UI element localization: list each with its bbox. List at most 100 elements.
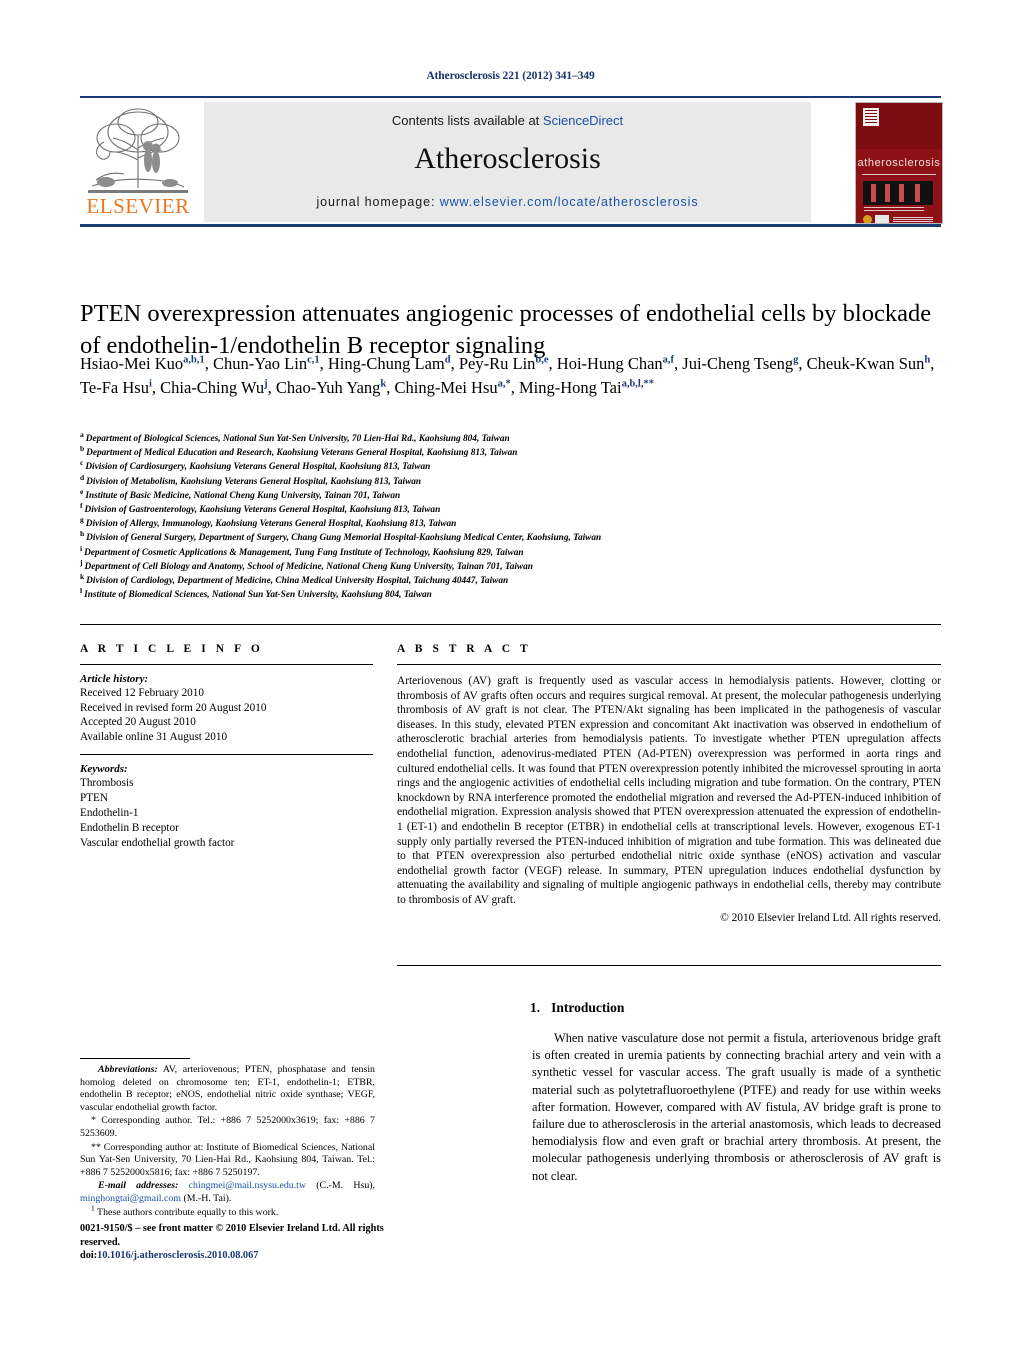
article-info-rule-1: [80, 664, 373, 665]
author-name: Ming-Hong Tai: [519, 377, 622, 397]
author-name: Ching-Mei Hsu: [394, 377, 498, 397]
affiliation-item: e Institute of Basic Medicine, National C…: [80, 486, 960, 503]
author-name: Cheuk-Kwan Sun: [806, 354, 925, 373]
journal-homepage-line: journal homepage: www.elsevier.com/locat…: [204, 195, 811, 209]
author-name: Chia-Ching Wu: [160, 377, 265, 397]
affiliation-item: i Department of Cosmetic Applications & M…: [80, 544, 960, 560]
affiliation-item: g Division of Allergy, Immunology, Kaohsi…: [80, 516, 960, 531]
author-affiliation-marker: c,1: [307, 354, 320, 366]
keyword-item: Vascular endothelial growth factor: [80, 836, 235, 849]
email-owner-1: (C.-M. Hsu),: [316, 1180, 376, 1192]
email-link-1[interactable]: chingmei@mail.nsysu.edu.tw: [189, 1180, 306, 1191]
elsevier-logo: ELSEVIER: [84, 102, 192, 222]
author-affiliation-marker: a,*: [497, 378, 511, 389]
keyword-item: PTEN: [80, 792, 108, 805]
affiliation-marker: e: [80, 486, 84, 496]
masthead-center-panel: Contents lists available at ScienceDirec…: [204, 102, 811, 222]
affiliation-marker: d: [80, 472, 85, 482]
article-history-item: Available online 31 August 2010: [80, 730, 228, 743]
email-footnote: E-mail addresses: chingmei@mail.nsysu.ed…: [80, 1180, 375, 1205]
article-info-rule-2: [80, 754, 373, 756]
author-affiliation-marker: k: [380, 378, 387, 389]
affiliation-item: j Department of Cell Biology and Anatomy,…: [80, 557, 960, 574]
cover-elsevier-mark-icon: [863, 108, 879, 126]
email-link-2[interactable]: minghongtai@gmail.com: [80, 1193, 181, 1204]
author-affiliation-marker: i: [148, 378, 152, 389]
footnote-marker-1: 1: [91, 1203, 95, 1213]
abstract-bottom-rule: [397, 965, 941, 966]
affiliation-text: Department of Cell Biology and Anatomy, …: [84, 561, 533, 572]
introduction-paragraph: When native vasculature dose not permit …: [532, 1031, 941, 1183]
doi-prefix: doi:: [80, 1250, 98, 1262]
affiliation-text: Division of Cardiology, Department of Me…: [86, 576, 509, 587]
affiliation-marker: h: [80, 529, 85, 539]
abbreviations-label: Abbreviations:: [98, 1064, 158, 1075]
journal-title: Atherosclerosis: [414, 142, 601, 175]
running-head: Atherosclerosis 221 (2012) 341–349: [426, 70, 595, 82]
abbreviations-footnote: Abbreviations: AV, arteriovenous; PTEN, …: [80, 1064, 375, 1114]
author-name: Chao-Yuh Yang: [275, 377, 381, 397]
contents-available-line: Contents lists available at ScienceDirec…: [204, 113, 811, 128]
affiliation-item: b Department of Medical Education and Res…: [80, 444, 960, 460]
affiliation-text: Division of Allergy, Immunology, Kaohsiu…: [85, 519, 457, 530]
affiliation-text: Institute of Basic Medicine, National Ch…: [85, 490, 401, 501]
email-owner-2: (M.-H. Tai).: [183, 1192, 232, 1204]
author-affiliation-marker: h: [924, 354, 931, 366]
elsevier-wordmark: ELSEVIER: [86, 194, 190, 218]
author-name: Hing-Chung Lam: [327, 354, 445, 373]
cover-badge-text-lines: [893, 217, 933, 222]
affiliation-item: a Department of Biological Sciences, Nati…: [80, 431, 960, 446]
footnotes-block: Abbreviations: AV, arteriovenous; PTEN, …: [80, 1064, 375, 1220]
affiliation-marker: f: [80, 500, 83, 510]
affiliation-list: a Department of Biological Sciences, Nati…: [80, 431, 960, 602]
affiliation-text: Institute of Biomedical Sciences, Nation…: [84, 590, 432, 601]
abstract-body: Arteriovenous (AV) graft is frequently u…: [397, 675, 941, 906]
author-name: Te-Fa Hsu: [80, 377, 149, 397]
affiliation-item: l Institute of Biomedical Sciences, Natio…: [80, 586, 960, 602]
keywords-label: Keywords:: [80, 763, 128, 776]
affiliation-item: d Division of Metabolism, Kaohsiung Veter…: [80, 472, 960, 489]
affiliation-marker: k: [80, 571, 85, 581]
affiliation-marker: b: [80, 444, 85, 454]
affiliation-item: h Division of General Surgery, Department…: [80, 529, 960, 545]
affiliation-marker: l: [80, 586, 83, 596]
author-affiliation-marker: b,e: [535, 354, 549, 366]
cover-badges: [863, 215, 935, 223]
affiliation-marker: j: [80, 557, 83, 567]
keyword-lines: Thrombosis PTEN Endothelin-1 Endothelin B r…: [80, 776, 373, 850]
affiliation-marker: c: [80, 458, 84, 468]
affiliation-text: Department of Cosmetic Applications & Ma…: [84, 547, 524, 558]
corresponding-author-footnote-1: * Corresponding author. Tel.: +886 7 525…: [80, 1115, 375, 1139]
email-addresses-label: E-mail addresses:: [98, 1180, 179, 1192]
cover-badge-circle-icon: [863, 215, 872, 223]
affiliation-item: c Division of Cardiosurgery, Kaohsiung Ve…: [80, 458, 960, 474]
introduction-number: 1.: [530, 1000, 541, 1015]
cover-journal-title: atherosclerosis: [857, 157, 941, 169]
article-history-item: Received in revised form 20 August 2010: [80, 701, 267, 714]
footnote-separator-rule: [80, 1058, 190, 1059]
doi-link[interactable]: 10.1016/j.atherosclerosis.2010.08.067: [97, 1250, 258, 1261]
author-name: Hsiao-Mei Kuo: [80, 354, 184, 373]
author-name: Hoi-Hung Chan: [556, 354, 663, 373]
article-history-item: Accepted 20 August 2010: [80, 716, 196, 729]
author-affiliation-marker: d: [444, 354, 451, 366]
affiliation-text: Division of Cardiosurgery, Kaohsiung Vet…: [85, 462, 431, 473]
author-name: Chun-Yao Lin: [212, 354, 308, 373]
article-history-label: Article history:: [80, 673, 149, 685]
affiliation-text: Division of Metabolism, Kaohsiung Vetera…: [86, 476, 422, 487]
issn-copyright-footer: 0021-9150/$ – see front matter © 2010 El…: [80, 1222, 410, 1263]
author-affiliation-marker: a,b,l,**: [621, 378, 654, 389]
sciencedirect-link[interactable]: ScienceDirect: [543, 113, 623, 128]
article-history-item: Received 12 February 2010: [80, 687, 204, 699]
article-info-block: A R T I C L E I N F O Article history: R…: [80, 643, 373, 850]
info-section-top-rule: [80, 624, 941, 625]
keyword-item: Endothelin-1: [80, 806, 139, 819]
abstract-rule: [397, 664, 941, 665]
affiliation-text: Department of Medical Education and Rese…: [86, 448, 518, 459]
cover-divider: [862, 174, 936, 175]
doi-line: doi:10.1016/j.atherosclerosis.2010.08.06…: [80, 1249, 410, 1263]
journal-article-page: Atherosclerosis 221 (2012) 341–349 ELSEV…: [0, 0, 1021, 1351]
journal-homepage-link[interactable]: www.elsevier.com/locate/atherosclerosis: [440, 195, 699, 209]
cover-figure-image: [863, 181, 933, 205]
cover-badge-square-icon: [875, 215, 889, 223]
